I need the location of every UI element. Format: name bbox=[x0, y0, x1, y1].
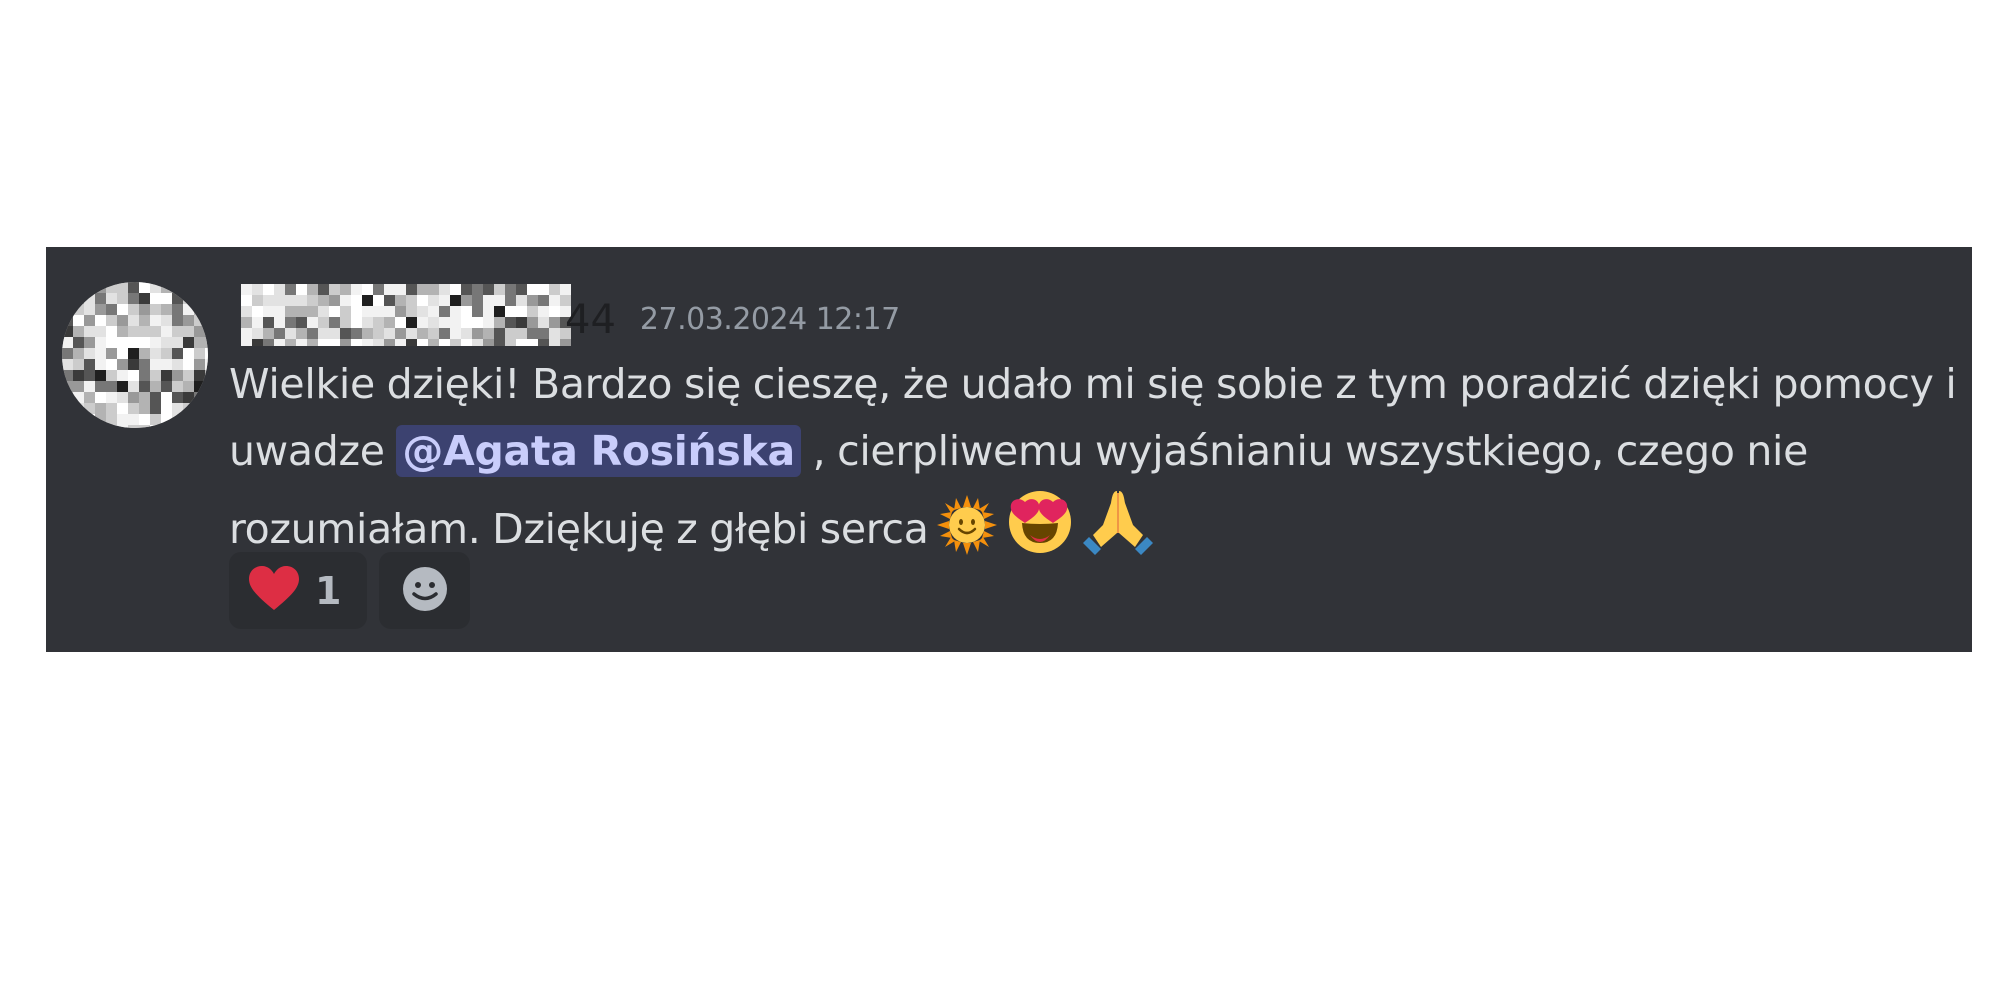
reactions-bar: 1 bbox=[229, 552, 470, 629]
timestamp: 27.03.2024 12:17 bbox=[639, 302, 900, 337]
avatar[interactable] bbox=[62, 282, 208, 428]
message-content: Wielkie dzięki! Bardzo się cieszę, że ud… bbox=[229, 351, 1969, 575]
red-heart-icon bbox=[249, 565, 299, 616]
pixelated-avatar-image bbox=[62, 282, 208, 428]
folded-hands-icon bbox=[1082, 485, 1153, 575]
reaction-heart-button[interactable]: 1 bbox=[229, 552, 367, 629]
add-reaction-icon bbox=[401, 565, 449, 617]
chat-message: 44 27.03.2024 12:17 Wielkie dzięki! Bard… bbox=[46, 247, 1972, 652]
user-mention[interactable]: @Agata Rosińska bbox=[396, 425, 801, 477]
reaction-count: 1 bbox=[315, 568, 342, 613]
message-header: 44 27.03.2024 12:17 bbox=[229, 280, 900, 346]
sun-with-face-icon bbox=[936, 495, 997, 575]
add-reaction-button[interactable] bbox=[379, 552, 470, 629]
username[interactable]: 44 bbox=[229, 284, 616, 346]
heart-eyes-icon bbox=[1005, 485, 1075, 575]
username-suffix: 44 bbox=[565, 297, 616, 343]
